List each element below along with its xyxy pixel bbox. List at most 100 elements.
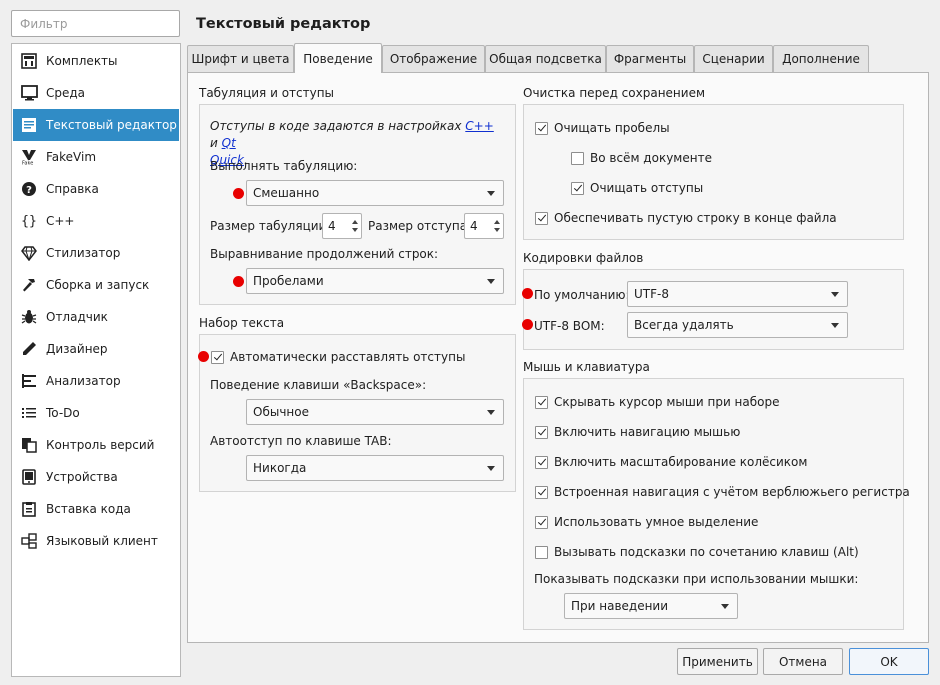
sidebar-item-language-client[interactable]: Языковый клиент [13,525,179,557]
sidebar-item-cpp[interactable]: {} C++ [13,205,179,237]
tab-label: Сценарии [702,52,765,66]
tab-behavior[interactable]: Поведение [294,43,382,73]
backspace-combo[interactable]: Обычное [246,399,504,425]
tab-label: Шрифт и цвета [191,52,290,66]
tab-size-spinbox[interactable]: 4 [322,213,362,239]
sidebar: Комплекты Среда Текстовый редактор Fake … [11,43,181,677]
indent-size-spinbox[interactable]: 4 [464,213,504,239]
cpp-settings-link[interactable]: C++ [465,119,494,133]
checkbox-box[interactable] [571,181,584,195]
sidebar-item-build-run[interactable]: Сборка и запуск [13,269,179,301]
default-encoding-combo[interactable]: UTF-8 [627,281,848,307]
spin-value: 4 [328,219,336,233]
language-client-icon [20,532,38,550]
checkbox-box[interactable] [535,211,548,225]
sidebar-item-label: To-Do [46,406,80,420]
cancel-button[interactable]: Отмена [763,648,843,675]
qt-quick-settings-link-part1[interactable]: Qt [222,136,236,150]
encodings-group-title: Кодировки файлов [523,251,644,265]
sidebar-item-help[interactable]: ? Справка [13,173,179,205]
filter-input[interactable] [18,15,173,32]
tooltip-mode-combo[interactable]: При наведении [564,593,738,619]
sidebar-item-label: Стилизатор [46,246,121,260]
checkbox-box[interactable] [535,395,548,409]
text-editor-icon [20,116,38,134]
chevron-down-icon [487,279,495,284]
spin-up-icon[interactable] [494,220,500,224]
checkbox-box[interactable] [571,151,584,165]
tab-fonts-colors[interactable]: Шрифт и цвета [187,45,294,72]
checkbox-box[interactable] [535,515,548,529]
clean-indentation-checkbox[interactable]: Очищать отступы [571,181,703,195]
sidebar-item-devices[interactable]: Устройства [13,461,179,493]
tooltip-mode-label: Показывать подсказки при использовании м… [534,572,859,586]
checkbox-box[interactable] [211,350,224,364]
mouse-navigation-checkbox[interactable]: Включить навигацию мышью [535,425,740,439]
utf8-bom-combo[interactable]: Всегда удалять [627,312,848,338]
sidebar-item-kits[interactable]: Комплекты [13,45,179,77]
checkbox-box[interactable] [535,425,548,439]
spin-down-icon[interactable] [352,228,358,232]
bug-icon [20,308,38,326]
combo-value: UTF-8 [634,287,669,301]
clean-whitespace-checkbox[interactable]: Очищать пробелы [535,121,670,135]
apply-button[interactable]: Применить [677,648,758,675]
cpp-braces-icon: {} [21,213,37,229]
tab-display[interactable]: Отображение [382,45,485,72]
tab-key-combo[interactable]: Никогда [246,455,504,481]
checkbox-label: Включить масштабирование колёсиком [554,455,808,469]
sidebar-item-debugger[interactable]: Отладчик [13,301,179,333]
tab-generic-highlighter[interactable]: Общая подсветка [485,45,606,72]
sidebar-item-label: Анализатор [46,374,121,388]
sidebar-item-label: Отладчик [46,310,108,324]
auto-indent-checkbox[interactable]: Автоматически расставлять отступы [211,350,465,364]
sidebar-item-code-paster[interactable]: Вставка кода [13,493,179,525]
checkbox-label: Очищать отступы [590,181,704,195]
sidebar-item-label: Сборка и запуск [46,278,150,292]
checkbox-box[interactable] [535,545,548,559]
spin-down-icon[interactable] [494,228,500,232]
checkbox-box[interactable] [535,485,548,499]
svg-text:?: ? [26,185,32,196]
spin-up-icon[interactable] [352,220,358,224]
hide-mouse-cursor-checkbox[interactable]: Скрывать курсор мыши при наборе [535,395,780,409]
filter-field[interactable] [11,10,180,37]
sidebar-item-fakevim[interactable]: Fake FakeVim [13,141,179,173]
svg-text:Fake: Fake [22,161,33,166]
perform-tabulation-combo[interactable]: Смешанно [246,180,504,206]
sidebar-item-designer[interactable]: Дизайнер [13,333,179,365]
checkbox-box[interactable] [535,455,548,469]
sidebar-item-label: Среда [46,86,86,100]
ensure-newline-checkbox[interactable]: Обеспечивать пустую строку в конце файла [535,211,837,225]
tab-label: Общая подсветка [489,52,602,66]
change-marker-dot [233,276,244,287]
sidebar-item-vcs[interactable]: Контроль версий [13,429,179,461]
smart-selection-checkbox[interactable]: Использовать умное выделение [535,515,758,529]
tab-snippets[interactable]: Фрагменты [606,45,694,72]
continuation-align-combo[interactable]: Пробелами [246,268,504,294]
sidebar-item-analyzer[interactable]: Анализатор [13,365,179,397]
continuation-align-label: Выравнивание продолжений строк: [210,247,439,261]
ok-button[interactable]: OK [849,648,929,675]
tab-macros[interactable]: Сценарии [694,45,773,72]
combo-value: Обычное [253,405,309,419]
tab-completion[interactable]: Дополнение [773,45,869,72]
sidebar-item-environment[interactable]: Среда [13,77,179,109]
camel-case-navigation-checkbox[interactable]: Встроенная навигация с учётом верблюжьег… [535,485,910,499]
scroll-wheel-zoom-checkbox[interactable]: Включить масштабирование колёсиком [535,455,807,469]
tab-size-label: Размер табуляции: [210,219,331,233]
checkbox-box[interactable] [535,121,548,135]
tabulation-group-title: Табуляция и отступы [199,86,335,100]
checkbox-label: Обеспечивать пустую строку в конце файла [554,211,837,225]
keyboard-tooltips-checkbox[interactable]: Вызывать подсказки по сочетанию клавиш (… [535,545,859,559]
entire-document-checkbox[interactable]: Во всём документе [571,151,712,165]
checkbox-label: Скрывать курсор мыши при наборе [554,395,780,409]
sidebar-item-todo[interactable]: To-Do [13,397,179,429]
combo-value: Никогда [253,461,307,475]
sidebar-item-beautifier[interactable]: Стилизатор [13,237,179,269]
kits-icon [20,52,38,70]
sidebar-item-text-editor[interactable]: Текстовый редактор [13,109,179,141]
chevron-down-icon [831,323,839,328]
sidebar-item-label: Комплекты [46,54,118,68]
help-icon: ? [20,180,38,198]
